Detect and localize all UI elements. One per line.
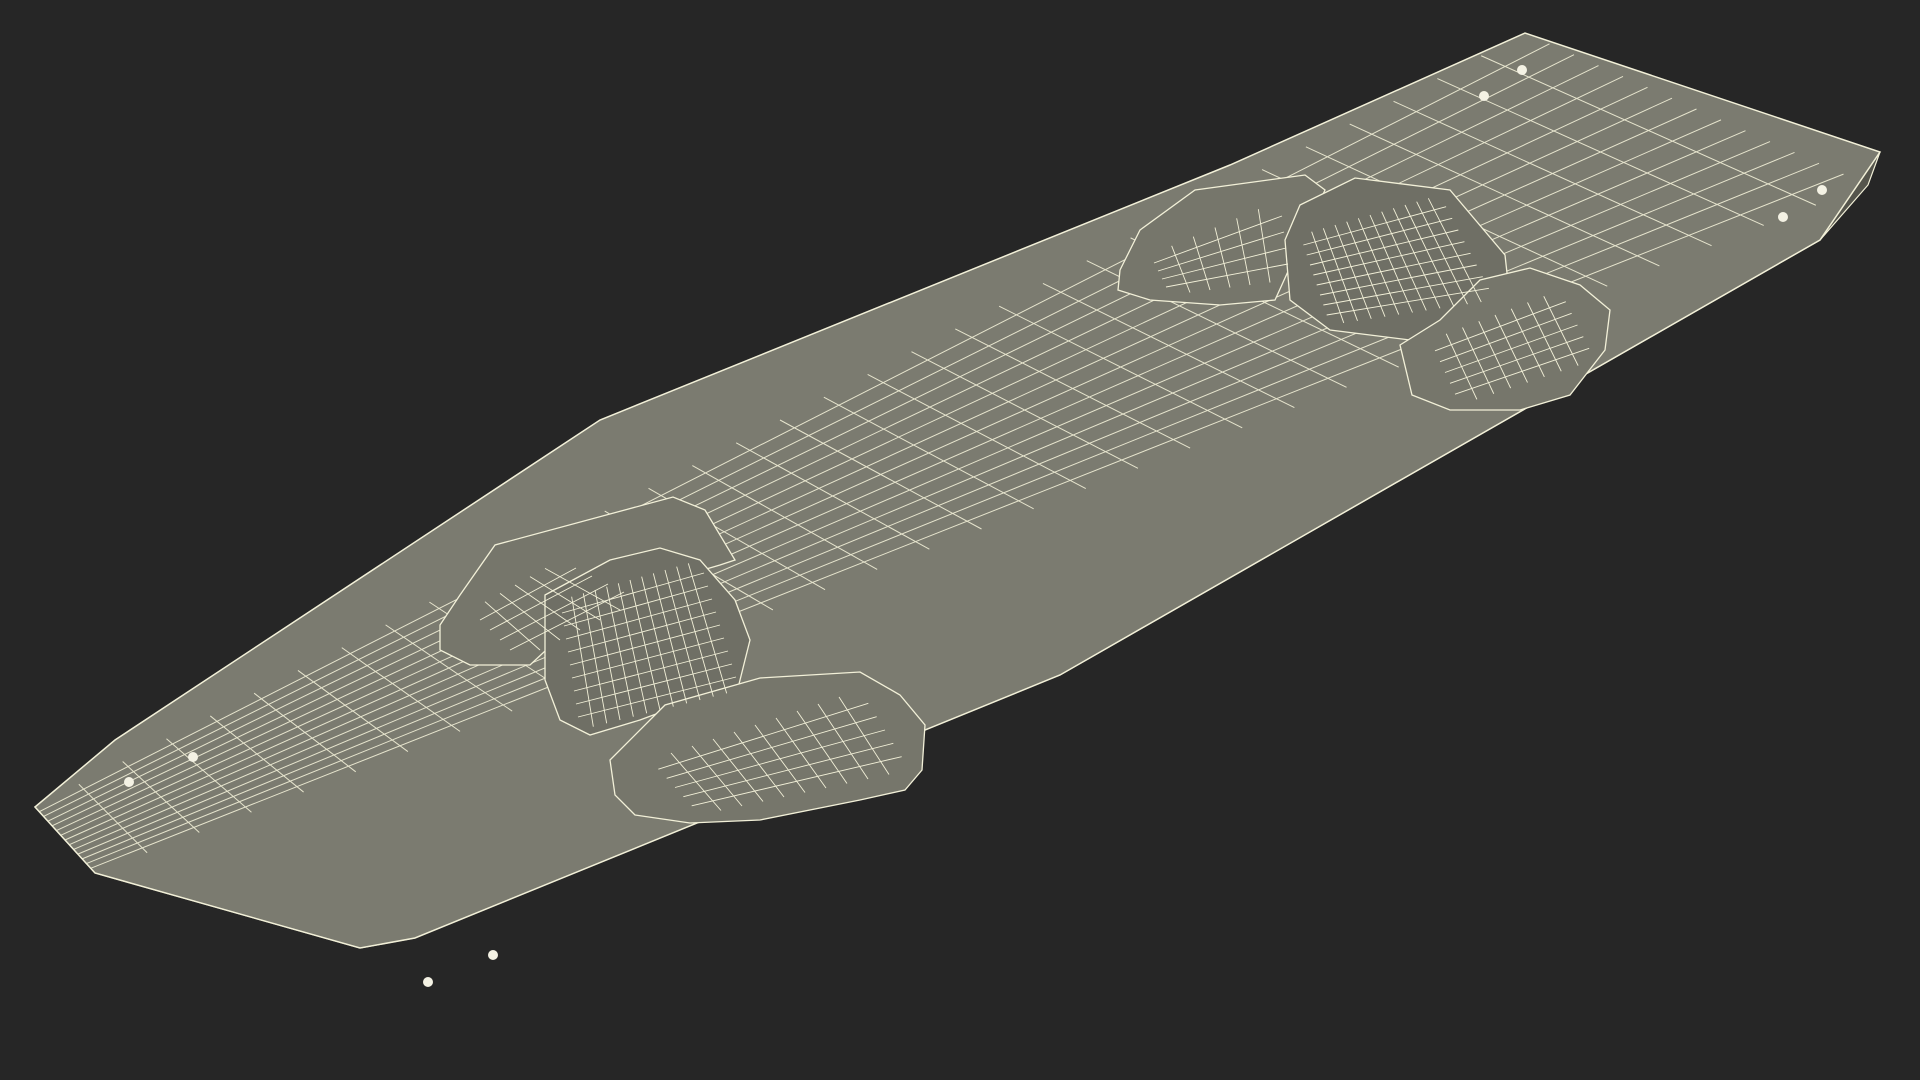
board-deck (33, 32, 1882, 949)
mesh-edge (81, 151, 1795, 860)
wireframe-render (33, 32, 1882, 987)
screw (188, 752, 198, 762)
mesh-edge (86, 162, 1820, 865)
render-viewport (0, 0, 1920, 1080)
screw (423, 977, 433, 987)
screw (1479, 91, 1489, 101)
screw (1817, 185, 1827, 195)
screw (124, 777, 134, 787)
screw (1778, 212, 1788, 222)
screw (488, 950, 498, 960)
screw (1517, 65, 1527, 75)
